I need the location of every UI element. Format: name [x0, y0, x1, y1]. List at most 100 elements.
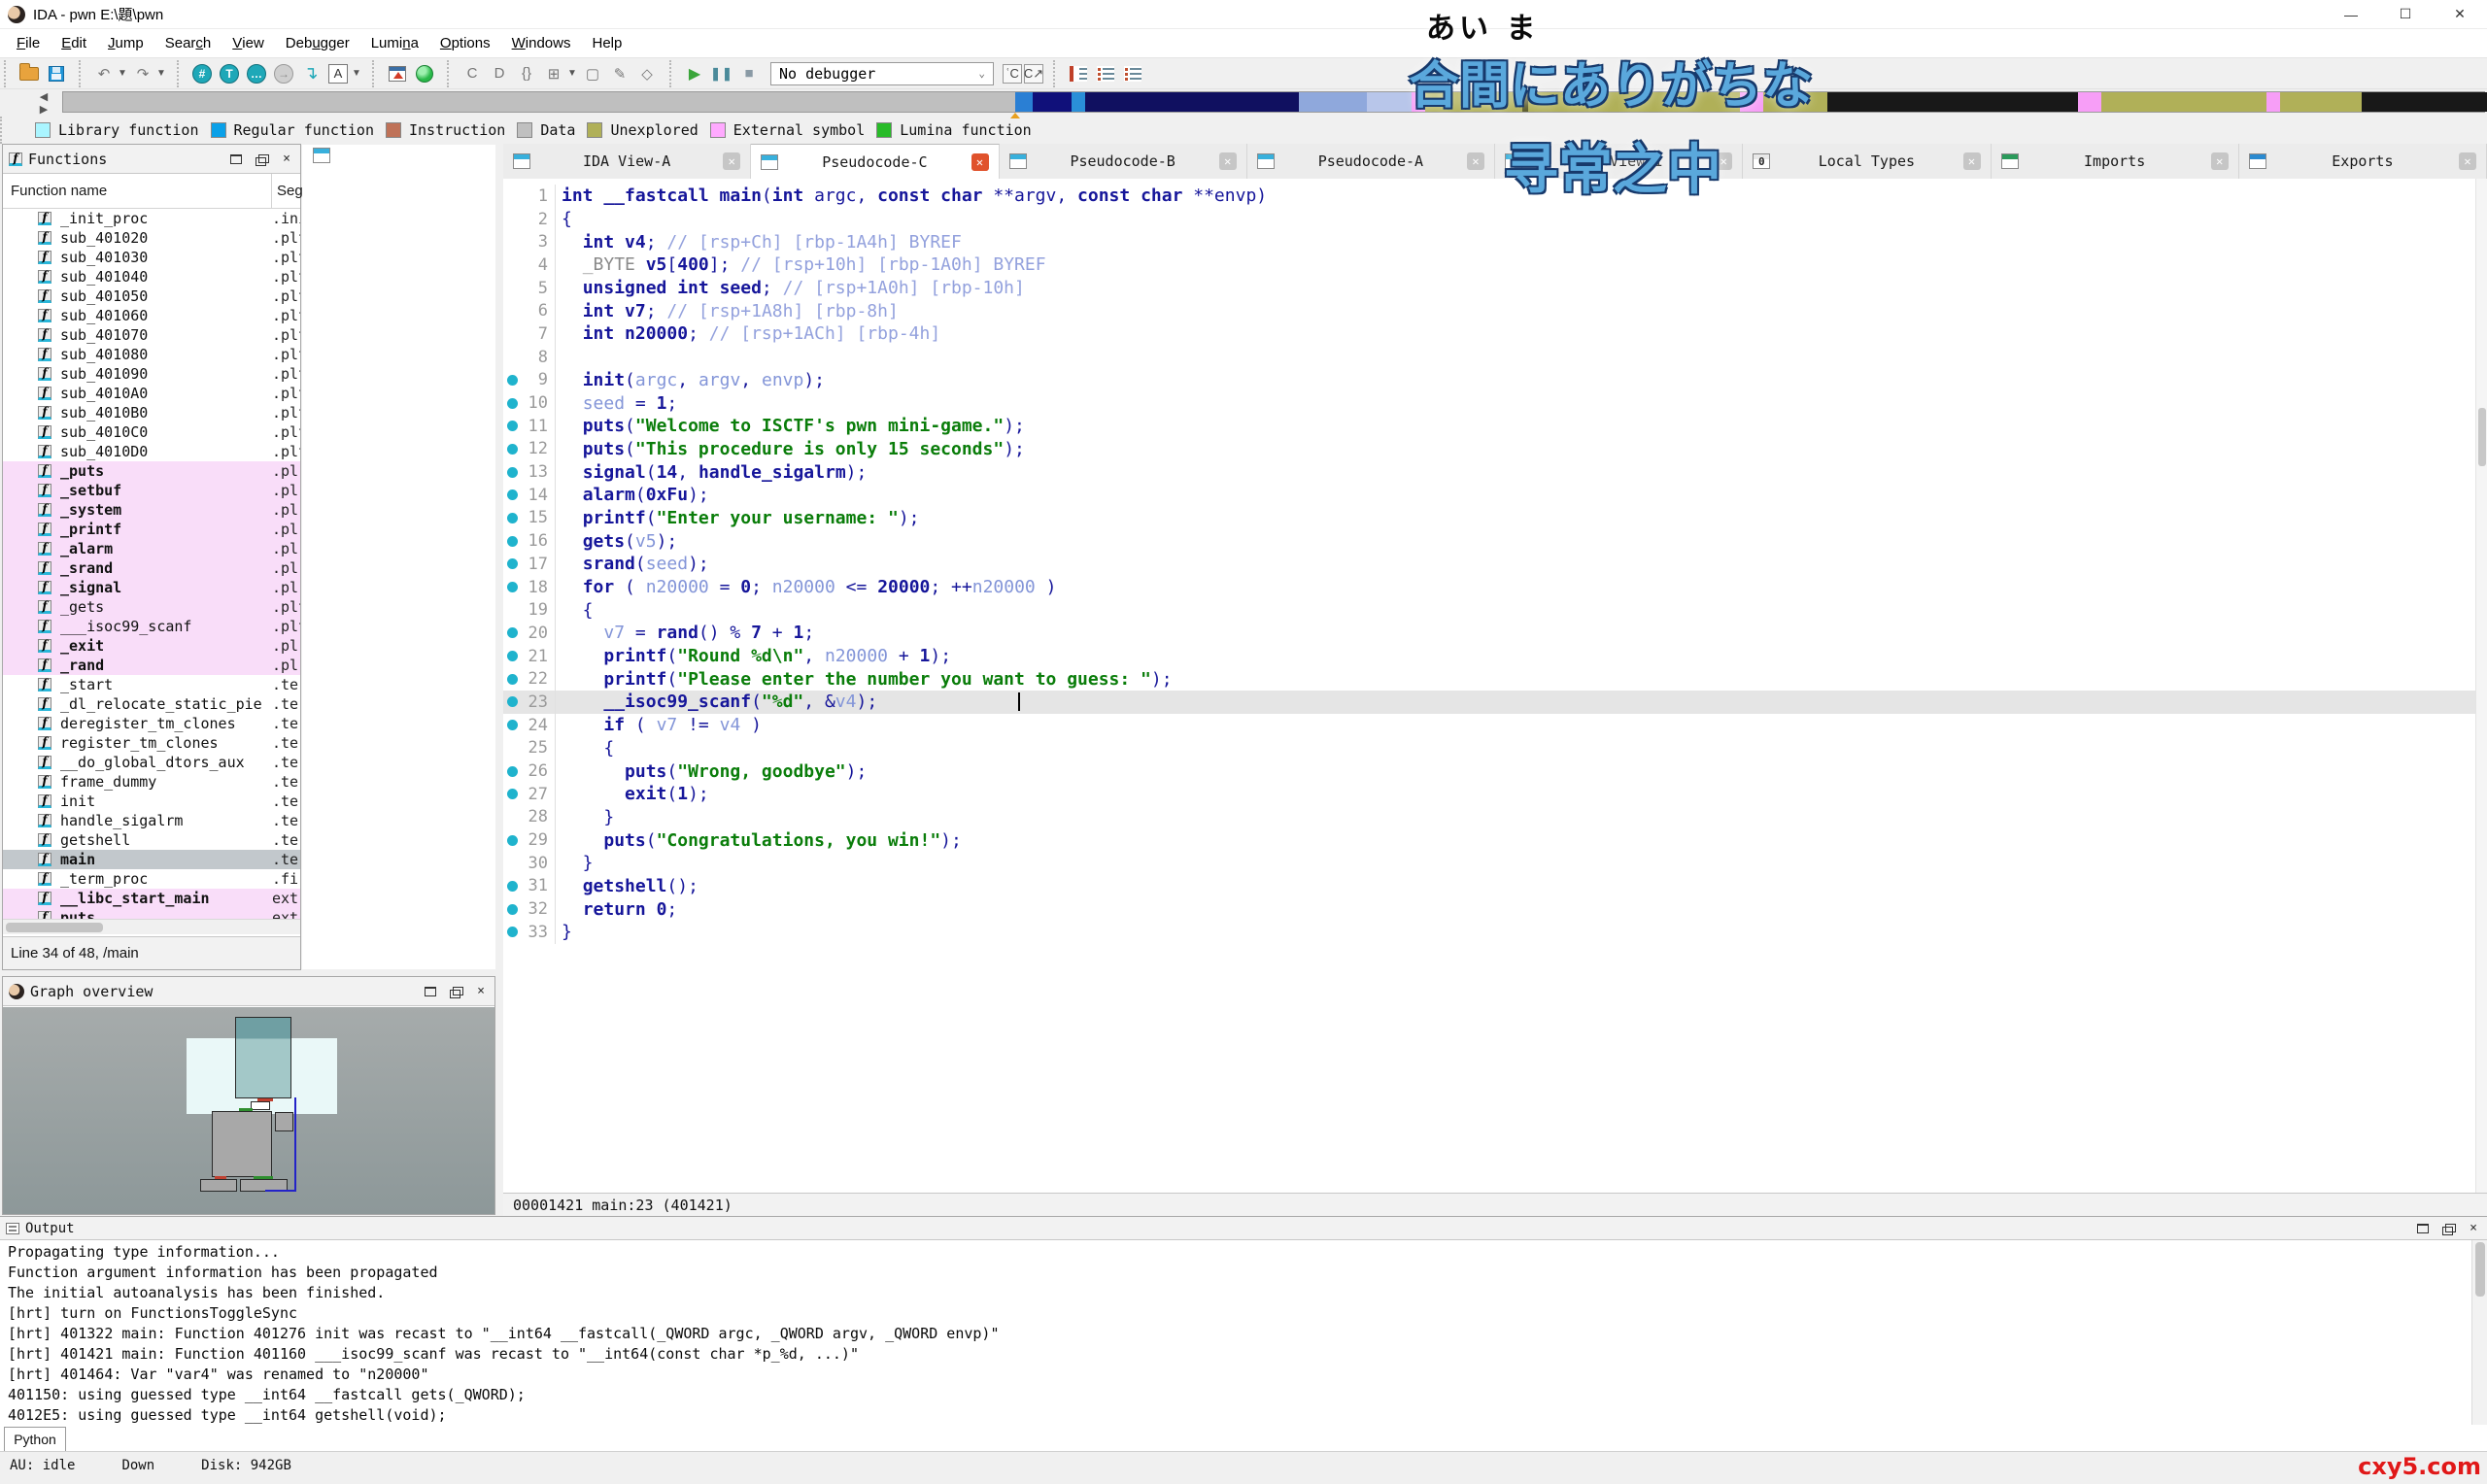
code-line[interactable]: 20 v7 = rand() % 7 + 1; — [503, 622, 2487, 645]
pause-debug-icon[interactable]: ❚❚ — [710, 62, 733, 85]
tab-close-icon[interactable]: ✕ — [971, 153, 989, 171]
function-row[interactable]: fsub_401090.plt — [3, 364, 300, 384]
panel-restore-icon[interactable] — [2440, 1222, 2456, 1235]
code-line[interactable]: 15 printf("Enter your username: "); — [503, 507, 2487, 530]
function-row[interactable]: f_term_proc.fi — [3, 869, 300, 889]
make-code-icon[interactable]: C — [460, 62, 484, 85]
function-row[interactable]: fputsext — [3, 908, 300, 919]
code-line[interactable]: 5 unsigned int seed; // [rsp+1A0h] [rbp-… — [503, 277, 2487, 300]
search-immediate-icon[interactable]: # — [190, 62, 214, 85]
tab-exports[interactable]: Exports✕ — [2239, 144, 2487, 179]
make-struct-icon[interactable]: {} — [515, 62, 538, 85]
function-row[interactable]: fsub_401060.plt — [3, 306, 300, 325]
function-row[interactable]: fderegister_tm_clones.te — [3, 714, 300, 733]
function-row[interactable]: fsub_401050.plt — [3, 287, 300, 306]
output-vscrollbar[interactable] — [2471, 1240, 2487, 1425]
function-row[interactable]: fsub_4010C0.plt — [3, 422, 300, 442]
close-button[interactable]: ✕ — [2433, 0, 2487, 29]
menu-windows[interactable]: Windows — [501, 29, 582, 58]
code-line[interactable]: 24 if ( v7 != v4 ) — [503, 714, 2487, 737]
navigate-forward-icon[interactable]: ↷ — [131, 62, 154, 85]
code-line[interactable]: 12 puts("This procedure is only 15 secon… — [503, 438, 2487, 461]
output-titlebar[interactable]: Output × — [0, 1217, 2487, 1240]
functions-column-header[interactable]: Function name Seg — [3, 174, 300, 209]
code-line[interactable]: 19 { — [503, 598, 2487, 622]
back-dropdown-icon[interactable]: ▼ — [118, 68, 129, 79]
detach-process-icon[interactable]: C↗ — [1024, 64, 1043, 84]
menu-debugger[interactable]: Debugger — [275, 29, 360, 58]
lumina-icon[interactable] — [413, 62, 436, 85]
make-enum-icon[interactable]: ◇ — [635, 62, 659, 85]
panel-close-icon[interactable]: × — [279, 152, 294, 166]
tab-pseudocode-b[interactable]: Pseudocode-B✕ — [1000, 144, 1247, 179]
function-row[interactable]: fsub_4010B0.plt — [3, 403, 300, 422]
function-row[interactable]: f_dl_relocate_static_pie.te — [3, 694, 300, 714]
function-row[interactable]: fsub_4010A0.plt — [3, 384, 300, 403]
python-cli-selector[interactable]: Python — [4, 1427, 66, 1452]
function-row[interactable]: f_init_proc.ini — [3, 209, 300, 228]
menu-jump[interactable]: Jump — [97, 29, 154, 58]
navigation-band[interactable] — [62, 91, 2485, 113]
menu-options[interactable]: Options — [429, 29, 501, 58]
function-row[interactable]: fsub_401020.plt — [3, 228, 300, 248]
function-row[interactable]: fregister_tm_clones.te — [3, 733, 300, 753]
function-row[interactable]: f_gets.plt — [3, 597, 300, 617]
column-function-name[interactable]: Function name — [11, 183, 107, 199]
tab-close-icon[interactable]: ✕ — [2459, 152, 2476, 170]
panel-maximize-icon[interactable] — [228, 152, 244, 166]
forward-dropdown-icon[interactable]: ▼ — [156, 68, 168, 79]
menu-file[interactable]: File — [6, 29, 51, 58]
open-file-icon[interactable] — [17, 62, 41, 85]
function-row[interactable]: f_setbuf.pl — [3, 481, 300, 500]
code-line[interactable]: 7 int n20000; // [rsp+1ACh] [rbp-4h] — [503, 322, 2487, 346]
pseudocode-vscrollbar[interactable] — [2475, 179, 2487, 1193]
open-view-red-icon[interactable] — [1067, 62, 1090, 85]
tab-hex-view-1[interactable]: Hex View-1✕ — [1495, 144, 1743, 179]
code-line[interactable]: 14 alarm(0xFu); — [503, 484, 2487, 507]
menu-help[interactable]: Help — [581, 29, 632, 58]
start-debug-icon[interactable]: ▶ — [683, 62, 706, 85]
code-line[interactable]: 29 puts("Congratulations, you win!"); — [503, 828, 2487, 852]
graph-overview-canvas[interactable] — [3, 1007, 494, 1214]
tab-close-icon[interactable]: ✕ — [723, 152, 740, 170]
panel-restore-icon[interactable] — [254, 152, 269, 166]
code-line[interactable]: 11 puts("Welcome to ISCTF's pwn mini-gam… — [503, 415, 2487, 438]
edit-function-icon[interactable]: ✎ — [608, 62, 631, 85]
code-line[interactable]: 3 int v4; // [rsp+Ch] [rbp-1A4h] BYREF — [503, 230, 2487, 253]
code-line[interactable]: 31 getshell(); — [503, 875, 2487, 898]
search-binary-icon[interactable]: … — [245, 62, 268, 85]
function-row[interactable]: f_srand.pl — [3, 558, 300, 578]
code-line[interactable]: 30 } — [503, 852, 2487, 875]
output-log[interactable]: Propagating type information...Function … — [0, 1240, 2471, 1425]
open-view-list-icon[interactable] — [1094, 62, 1117, 85]
function-row[interactable]: f_rand.pl — [3, 656, 300, 675]
code-line[interactable]: 22 printf("Please enter the number you w… — [503, 667, 2487, 691]
band-scroll-right-icon[interactable]: ▶ — [40, 103, 48, 116]
tab-pseudocode-a[interactable]: Pseudocode-A✕ — [1247, 144, 1495, 179]
code-line[interactable]: 28 } — [503, 806, 2487, 829]
menu-lumina[interactable]: Lumina — [360, 29, 429, 58]
rename-dropdown-icon[interactable]: ▼ — [352, 68, 363, 79]
function-row[interactable]: fsub_401030.plt — [3, 248, 300, 267]
function-row[interactable]: f_signal.pl — [3, 578, 300, 597]
open-view-list2-icon[interactable] — [1121, 62, 1144, 85]
code-line[interactable]: 21 printf("Round %d\n", n20000 + 1); — [503, 645, 2487, 668]
rename-icon[interactable]: A — [326, 62, 350, 85]
function-row[interactable]: f__do_global_dtors_aux.te — [3, 753, 300, 772]
function-row[interactable]: fsub_401070.plt — [3, 325, 300, 345]
code-line[interactable]: 6 int v7; // [rsp+1A8h] [rbp-8h] — [503, 299, 2487, 322]
function-row[interactable]: fframe_dummy.te — [3, 772, 300, 792]
maximize-button[interactable]: ☐ — [2378, 0, 2433, 29]
band-scroll-left-icon[interactable]: ◀ — [40, 90, 48, 103]
functions-hscrollbar[interactable] — [3, 919, 300, 934]
tab-close-icon[interactable]: ✕ — [2211, 152, 2229, 170]
tab-close-icon[interactable]: ✕ — [1219, 152, 1237, 170]
function-row[interactable]: fgetshell.te — [3, 830, 300, 850]
function-row[interactable]: fhandle_sigalrm.te — [3, 811, 300, 830]
make-data-icon[interactable]: D — [488, 62, 511, 85]
code-line[interactable]: 18 for ( n20000 = 0; n20000 <= 20000; ++… — [503, 576, 2487, 599]
code-line[interactable]: 1int __fastcall main(int argc, const cha… — [503, 185, 2487, 208]
code-line[interactable]: 8 — [503, 346, 2487, 369]
save-icon[interactable] — [45, 62, 68, 85]
tab-imports[interactable]: Imports✕ — [1992, 144, 2239, 179]
